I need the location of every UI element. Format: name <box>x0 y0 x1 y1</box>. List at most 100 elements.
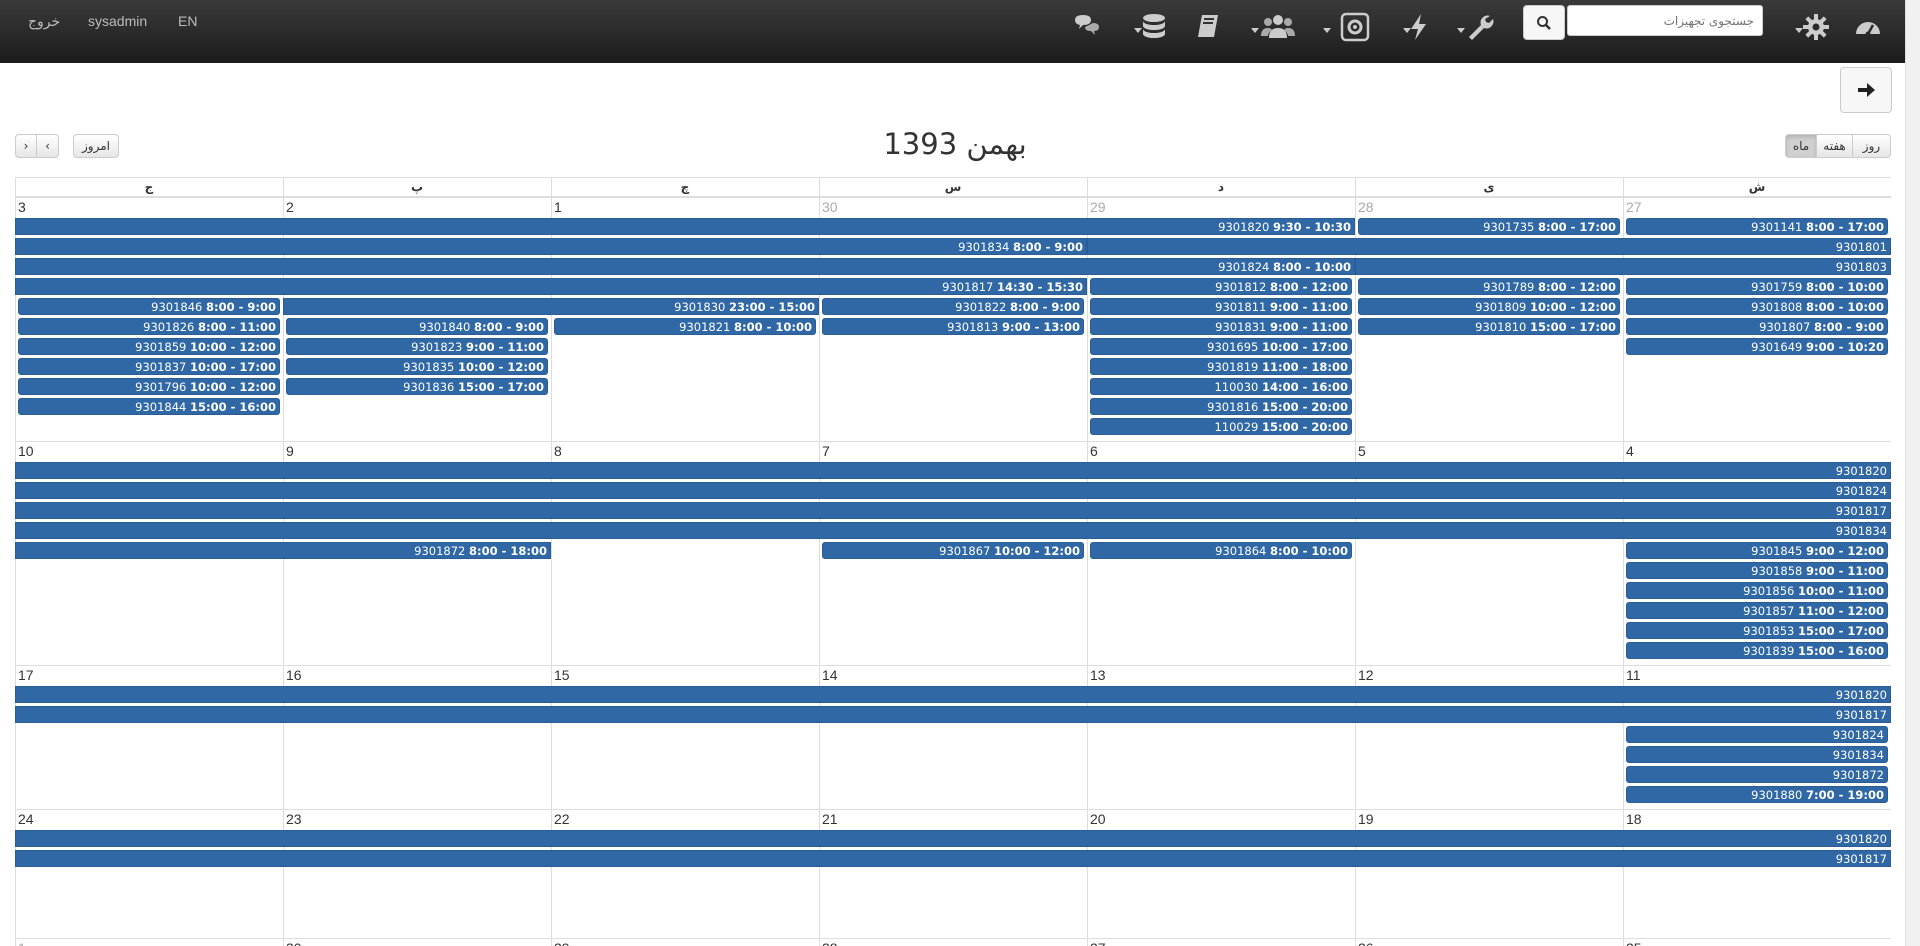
calendar-event[interactable]: 9301824 8:00 - 10:00 <box>15 258 1355 275</box>
calendar-event[interactable]: 9301859 10:00 - 12:00 <box>18 338 280 355</box>
day-number[interactable]: 20 <box>1090 811 1106 827</box>
day-number[interactable]: 29 <box>1090 199 1106 215</box>
calendar-event[interactable]: 9301821 8:00 - 10:00 <box>554 318 816 335</box>
calendar-event[interactable]: 9301823 9:00 - 11:00 <box>286 338 548 355</box>
calendar-event[interactable]: 9301820 <box>15 830 1891 847</box>
calendar-event[interactable]: 9301817 <box>15 502 1891 519</box>
day-number[interactable]: 12 <box>1358 667 1374 683</box>
calendar-event[interactable]: 9301826 8:00 - 11:00 <box>18 318 280 335</box>
day-number[interactable]: 30 <box>822 199 838 215</box>
week-view-button[interactable]: هفته <box>1817 134 1853 158</box>
language-link[interactable]: EN <box>178 13 197 29</box>
dashboard-icon[interactable] <box>1853 12 1883 42</box>
day-number[interactable]: 30 <box>286 940 302 946</box>
calendar-event[interactable]: 9301872 8:00 - 18:00 <box>15 542 551 559</box>
day-number[interactable]: 25 <box>1626 940 1642 946</box>
day-number[interactable]: 5 <box>1358 443 1366 459</box>
day-number[interactable]: 15 <box>554 667 570 683</box>
day-number[interactable]: 16 <box>286 667 302 683</box>
day-number[interactable]: 10 <box>18 443 34 459</box>
calendar-event[interactable]: 9301858 9:00 - 11:00 <box>1626 562 1888 579</box>
month-view-button[interactable]: ماه <box>1785 134 1817 158</box>
calendar-event[interactable]: 9301867 10:00 - 12:00 <box>822 542 1084 559</box>
calendar-event[interactable]: 9301864 8:00 - 10:00 <box>1090 542 1352 559</box>
day-number[interactable]: 18 <box>1626 811 1642 827</box>
calendar-event[interactable]: 9301840 8:00 - 9:00 <box>286 318 548 335</box>
calendar-event[interactable]: 9301837 10:00 - 17:00 <box>18 358 280 375</box>
forward-arrow-button[interactable] <box>1840 67 1892 113</box>
calendar-event[interactable]: 9301817 14:30 - 15:30 <box>15 278 1087 295</box>
calendar-event[interactable]: 9301831 9:00 - 11:00 <box>1090 318 1352 335</box>
calendar-event[interactable]: 9301695 10:00 - 17:00 <box>1090 338 1352 355</box>
calendar-event[interactable]: 9301817 <box>15 706 1891 723</box>
day-view-button[interactable]: روز <box>1853 134 1891 158</box>
calendar-event[interactable]: 9301836 15:00 - 17:00 <box>286 378 548 395</box>
calendar-event[interactable]: 9301853 15:00 - 17:00 <box>1626 622 1888 639</box>
calendar-event[interactable]: 9301856 10:00 - 11:00 <box>1626 582 1888 599</box>
calendar-event[interactable]: 9301824 <box>1626 726 1888 743</box>
day-number[interactable]: 11 <box>1626 667 1641 683</box>
lightning-icon[interactable] <box>1403 12 1433 42</box>
calendar-event[interactable]: 9301801 <box>1087 238 1891 255</box>
calendar-event[interactable]: 9301735 8:00 - 17:00 <box>1358 218 1620 235</box>
calendar-event[interactable]: 9301809 10:00 - 12:00 <box>1358 298 1620 315</box>
day-number[interactable]: 29 <box>554 940 570 946</box>
calendar-event[interactable]: 9301830 23:00 - 15:00 <box>283 298 819 315</box>
calendar-event[interactable]: 9301820 <box>15 686 1891 703</box>
calendar-event[interactable]: 9301824 <box>15 482 1891 499</box>
calendar-event[interactable]: 9301811 9:00 - 11:00 <box>1090 298 1352 315</box>
calendar-event[interactable]: 9301789 8:00 - 12:00 <box>1358 278 1620 295</box>
chat-icon[interactable] <box>1072 12 1102 42</box>
calendar-event[interactable]: 9301835 10:00 - 12:00 <box>286 358 548 375</box>
day-number[interactable]: 26 <box>1358 940 1374 946</box>
day-number[interactable]: 27 <box>1090 940 1106 946</box>
day-number[interactable]: 1 <box>18 940 26 946</box>
calendar-event[interactable]: 9301810 15:00 - 17:00 <box>1358 318 1620 335</box>
gear-icon[interactable] <box>1801 12 1831 42</box>
logout-link[interactable]: خروج <box>28 13 60 30</box>
calendar-event[interactable]: 9301816 15:00 - 20:00 <box>1090 398 1352 415</box>
book-icon[interactable] <box>1194 12 1224 42</box>
calendar-event[interactable]: 9301845 9:00 - 12:00 <box>1626 542 1888 559</box>
day-number[interactable]: 19 <box>1358 811 1374 827</box>
calendar-event[interactable]: 9301649 9:00 - 10:20 <box>1626 338 1888 355</box>
calendar-event[interactable]: 9301759 8:00 - 10:00 <box>1626 278 1888 295</box>
day-number[interactable]: 3 <box>18 199 26 215</box>
day-number[interactable]: 22 <box>554 811 570 827</box>
calendar-event[interactable]: 9301834 8:00 - 9:00 <box>15 238 1087 255</box>
day-number[interactable]: 8 <box>554 443 562 459</box>
user-link[interactable]: sysadmin <box>88 13 147 29</box>
equipment-search-input[interactable] <box>1567 5 1763 36</box>
calendar-event[interactable]: 9301820 <box>15 462 1891 479</box>
calendar-event[interactable]: 9301813 9:00 - 13:00 <box>822 318 1084 335</box>
prev-month-button[interactable]: ‹ <box>37 134 59 158</box>
vertical-scrollbar[interactable] <box>1905 0 1920 946</box>
calendar-event[interactable]: 9301817 <box>15 850 1891 867</box>
calendar-event[interactable]: 9301880 7:00 - 19:00 <box>1626 786 1888 803</box>
day-number[interactable]: 21 <box>822 811 838 827</box>
calendar-event[interactable]: 110030 14:00 - 16:00 <box>1090 378 1352 395</box>
calendar-event[interactable]: 110029 15:00 - 20:00 <box>1090 418 1352 435</box>
calendar-event[interactable]: 9301141 8:00 - 17:00 <box>1626 218 1888 235</box>
calendar-event[interactable]: 9301808 8:00 - 10:00 <box>1626 298 1888 315</box>
day-number[interactable]: 27 <box>1626 199 1642 215</box>
calendar-event[interactable]: 9301839 15:00 - 16:00 <box>1626 642 1888 659</box>
database-icon[interactable] <box>1139 12 1169 42</box>
day-number[interactable]: 1 <box>554 199 562 215</box>
calendar-event[interactable]: 9301822 8:00 - 9:00 <box>822 298 1084 315</box>
day-number[interactable]: 17 <box>18 667 34 683</box>
calendar-event[interactable]: 9301844 15:00 - 16:00 <box>18 398 280 415</box>
day-number[interactable]: 7 <box>822 443 830 459</box>
calendar-event[interactable]: 9301834 <box>1626 746 1888 763</box>
day-number[interactable]: 9 <box>286 443 294 459</box>
calendar-event[interactable]: 9301846 8:00 - 9:00 <box>18 298 280 315</box>
users-icon[interactable] <box>1260 12 1296 42</box>
day-number[interactable]: 24 <box>18 811 34 827</box>
today-button[interactable]: امروز <box>73 134 119 158</box>
day-number[interactable]: 23 <box>286 811 302 827</box>
day-number[interactable]: 6 <box>1090 443 1098 459</box>
calendar-event[interactable]: 9301796 10:00 - 12:00 <box>18 378 280 395</box>
calendar-event[interactable]: 9301820 9:30 - 10:30 <box>15 218 1355 235</box>
calendar-event[interactable]: 9301819 11:00 - 18:00 <box>1090 358 1352 375</box>
settings-box-icon[interactable] <box>1340 12 1370 42</box>
